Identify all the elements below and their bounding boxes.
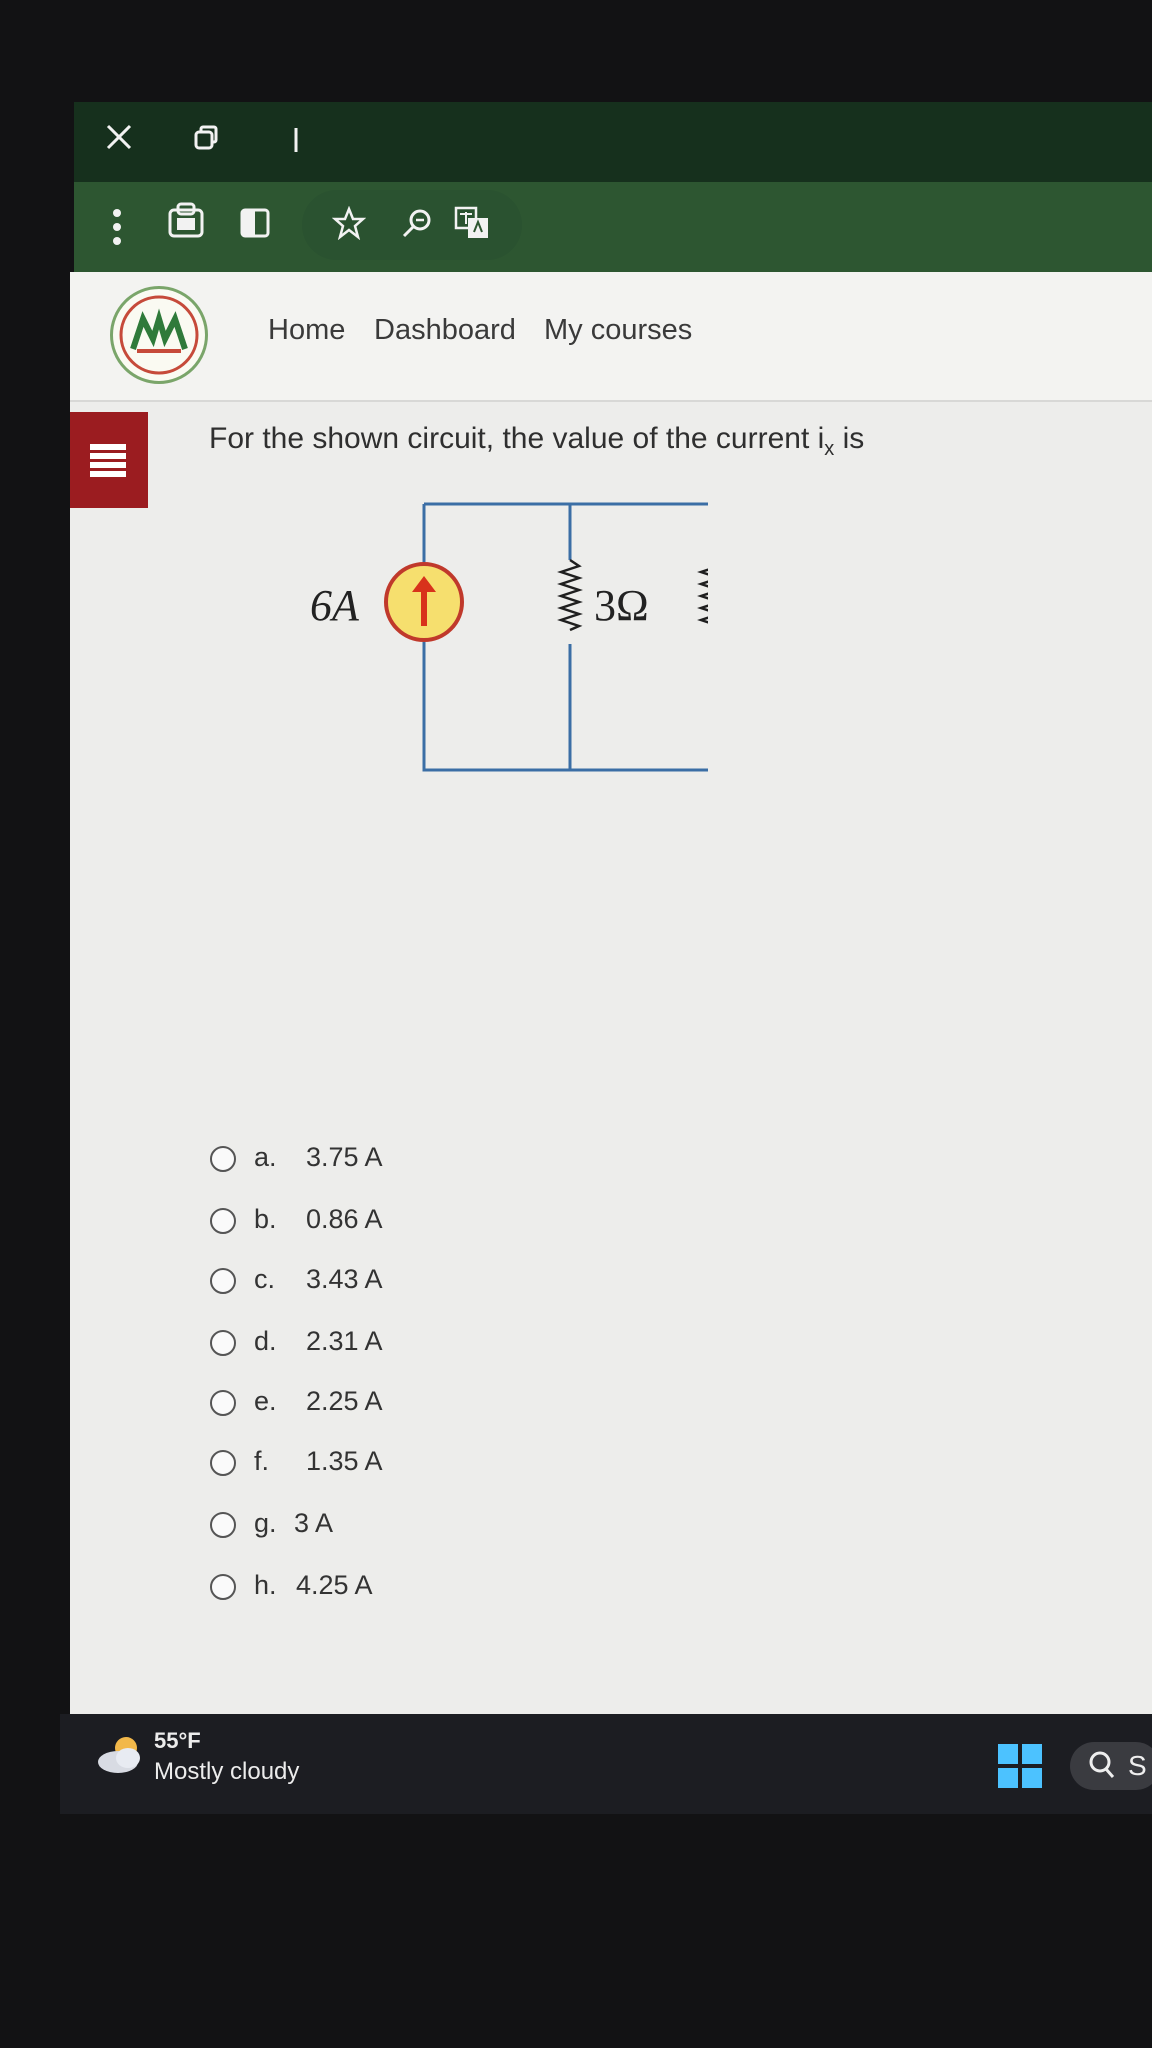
radio-button[interactable] <box>210 1208 236 1234</box>
option-c[interactable]: c. 3.43 A <box>210 1264 470 1304</box>
translate-icon[interactable] <box>454 206 490 245</box>
windows-logo-tile <box>1022 1768 1042 1788</box>
web-page: Home Dashboard My courses For the shown … <box>70 272 1152 1714</box>
current-source-6a <box>384 562 464 642</box>
question-text: For the shown circuit, the value of the … <box>209 422 865 460</box>
resistor1-label: 3Ω <box>594 581 649 630</box>
window-title-bar <box>74 102 1152 182</box>
cloudy-weather-icon[interactable] <box>96 1734 144 1776</box>
star-icon[interactable] <box>331 205 367 245</box>
windows-logo-tile <box>998 1768 1018 1788</box>
option-f[interactable]: f. 1.35 A <box>210 1446 470 1486</box>
close-icon[interactable] <box>104 122 134 158</box>
windows-logo-tile <box>998 1744 1018 1764</box>
radio-button[interactable] <box>210 1268 236 1294</box>
weather-temperature[interactable]: 55°F <box>154 1728 201 1754</box>
circuit-diagram: 6A 3Ω 5Ω ix <box>310 502 708 772</box>
zoom-icon[interactable] <box>400 206 434 245</box>
start-button[interactable] <box>998 1744 1042 1788</box>
radio-button[interactable] <box>210 1450 236 1476</box>
more-vertical-icon[interactable] <box>112 208 122 251</box>
radio-button[interactable] <box>210 1574 236 1600</box>
list-icon <box>90 444 126 483</box>
option-g[interactable]: g. 3 A <box>210 1508 470 1548</box>
restore-icon[interactable] <box>192 124 220 157</box>
search-icon <box>1088 1750 1116 1787</box>
radio-button[interactable] <box>210 1512 236 1538</box>
radio-button[interactable] <box>210 1146 236 1172</box>
source-label: 6A <box>310 581 360 630</box>
resistor-5-ohm <box>697 568 708 624</box>
sidebar-icon[interactable] <box>240 208 270 243</box>
radio-button[interactable] <box>210 1330 236 1356</box>
nav-dashboard[interactable]: Dashboard <box>374 314 516 347</box>
option-b[interactable]: b. 0.86 A <box>210 1204 470 1244</box>
option-h[interactable]: h. 4.25 A <box>210 1570 470 1610</box>
university-logo[interactable] <box>110 286 208 384</box>
course-index-toggle[interactable] <box>70 412 148 508</box>
nav-my-courses[interactable]: My courses <box>544 314 692 347</box>
resistor-3-ohm <box>557 558 583 632</box>
browser-toolbar <box>74 182 1152 272</box>
windows-logo-tile <box>1022 1744 1042 1764</box>
minimize-icon[interactable] <box>284 126 308 159</box>
extensions-icon[interactable] <box>166 202 206 247</box>
site-navbar: Home Dashboard My courses <box>70 272 1152 402</box>
option-a[interactable]: a. 3.75 A <box>210 1142 470 1182</box>
windows-taskbar: 55°F Mostly cloudy S <box>60 1714 1152 1814</box>
radio-button[interactable] <box>210 1390 236 1416</box>
taskbar-search[interactable]: S <box>1070 1742 1152 1790</box>
nav-home[interactable]: Home <box>268 314 345 347</box>
weather-condition[interactable]: Mostly cloudy <box>154 1758 299 1786</box>
option-d[interactable]: d. 2.31 A <box>210 1326 470 1366</box>
option-e[interactable]: e. 2.25 A <box>210 1386 470 1426</box>
search-label: S <box>1128 1750 1147 1781</box>
